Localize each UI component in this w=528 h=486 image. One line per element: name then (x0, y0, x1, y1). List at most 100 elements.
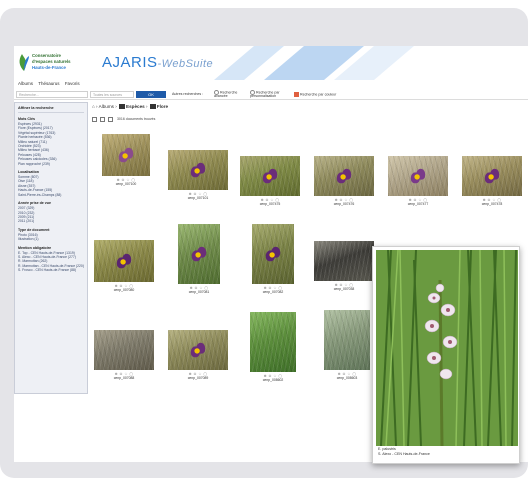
thumbnail-image[interactable] (178, 224, 220, 284)
mosaic-view-icon[interactable] (108, 116, 113, 122)
refine-header: Affiner la recherche (18, 106, 84, 113)
breadcrumb-albums[interactable]: Albums (99, 104, 114, 109)
thumbnail-name: cenp_007477 (407, 202, 429, 206)
thumbnail-name: cenp_007038 (333, 287, 355, 291)
grid-view-icon[interactable] (92, 116, 97, 122)
thumbnail-name: cenp_007082 (262, 290, 284, 294)
leaf-logo-icon (19, 54, 29, 71)
banner-decoration (214, 46, 414, 80)
preview-credit: S. Alexo - CEN Hauts-de-France (378, 451, 430, 456)
ok-button[interactable]: OK (136, 91, 166, 98)
thumbnail-name: cenp_007100 (115, 182, 137, 186)
grass-texture (324, 310, 370, 370)
image-preview-popup[interactable]: E. palustris S. Alexo - CEN Hauts-de-Fra… (372, 246, 520, 464)
color-search-label: Recherche par couleur (300, 92, 337, 97)
brand-name: AJARIS (102, 54, 158, 71)
other-search-label: Autres recherches : (172, 92, 204, 96)
refine-facet-item[interactable]: Plan rapproché (239) (18, 162, 84, 166)
view-options: 3016 documents trouvés (92, 116, 155, 122)
thumbnail-image[interactable] (250, 312, 296, 372)
menu-thesaurus[interactable]: Thésaurus (38, 80, 59, 88)
list-view-icon[interactable] (100, 116, 105, 122)
menu-bar: Albums Thésaurus Favoris (14, 80, 528, 88)
thumbnail-caption: ⊕ ⊙ ☆ ▢ cenp_007082 (243, 286, 303, 294)
thumbnail-caption: ⊕ ⊙ ☆ ▢ cenp_008602 (243, 374, 303, 382)
refine-facet-item[interactable]: Illustration (1) (18, 237, 84, 241)
thumbnail-caption: ⊕ ⊙ ☆ ▢ cenp_007101 (168, 192, 228, 200)
custom-search-link[interactable]: Recherche par personnalisation (250, 90, 288, 99)
logo-line-3: Hauts-de-France (32, 65, 66, 70)
grass-texture (250, 312, 296, 372)
thumbnail-image[interactable] (94, 240, 154, 282)
thumbnail-image[interactable] (314, 156, 374, 196)
breadcrumb-especes[interactable]: Espèces (126, 104, 145, 109)
search-bar: Recherche... Toutes les sources OK Autre… (14, 90, 528, 100)
flower-icon (262, 168, 278, 184)
grass-texture (94, 330, 154, 370)
flower-icon (190, 162, 206, 178)
ajaris-brand: AJARIS-WebSuite (102, 54, 213, 71)
thumbnail-image[interactable] (462, 156, 522, 196)
thumbnail-image[interactable] (94, 330, 154, 370)
thumbnail-caption: ⊕ ⊙ ☆ ▢ cenp_007100 (96, 178, 156, 186)
grass-texture (314, 241, 374, 281)
folder-icon (149, 104, 156, 110)
cen-logo[interactable]: Conservatoire d'espaces naturels Hauts-d… (18, 50, 78, 76)
thumbnail-image[interactable] (388, 156, 448, 196)
home-icon[interactable]: ⌂ (92, 104, 95, 109)
search-input[interactable]: Recherche... (16, 91, 88, 98)
refine-facet-item[interactable]: S. Frosco - CEN Hauts-de-France (88) (18, 268, 84, 272)
flower-icon (116, 253, 132, 269)
refine-sections: Mots Clés Espèces (2931) Flore (Espèces) (… (18, 117, 84, 273)
thumbnail-name: cenp_007081 (188, 290, 210, 294)
thumbnail-caption: ⊕ ⊙ ☆ ▢ cenp_007478 (462, 198, 522, 206)
thumbnail-caption: ⊕ ⊙ ☆ ▢ cenp_008603 (317, 372, 377, 380)
thumbnail-image[interactable] (240, 156, 300, 196)
thumbnail-name: cenp_008603 (336, 376, 358, 380)
thumbnail-image[interactable] (102, 134, 150, 176)
breadcrumb: ⌂ › Albums › Espèces › Flore (92, 104, 169, 110)
menu-favoris[interactable]: Favoris (65, 80, 80, 88)
thumbnail-name: cenp_007475 (259, 202, 281, 206)
thumbnail-name: cenp_007088 (113, 376, 135, 380)
thumbnail-image[interactable] (168, 150, 228, 190)
thumbnail-caption: ⊕ ⊙ ☆ ▢ cenp_007038 (314, 283, 374, 291)
results-count: 3016 documents trouvés (116, 117, 156, 121)
thumbnail-image[interactable] (252, 224, 294, 284)
refine-facet-item[interactable]: 2011 (201) (18, 219, 84, 223)
orchid-photo (376, 250, 518, 446)
flower-icon (336, 168, 352, 184)
refine-facet-item[interactable]: Saint-Pierre-ès-Champs (88) (18, 193, 84, 197)
preview-photo (376, 250, 518, 446)
thumbnail-caption: ⊕ ⊙ ☆ ▢ cenp_007477 (388, 198, 448, 206)
flower-icon (265, 246, 281, 262)
thumbnail-name: cenp_007080 (113, 288, 135, 292)
brand-suffix: -WebSuite (157, 58, 214, 70)
thumbnail-caption: ⊕ ⊙ ☆ ▢ cenp_007088 (94, 372, 154, 380)
thumbnail-caption: ⊕ ⊙ ☆ ▢ cenp_007089 (168, 372, 228, 380)
thumbnail-name: cenp_007476 (333, 202, 355, 206)
thumbnail-caption: ⊕ ⊙ ☆ ▢ cenp_007081 (169, 286, 229, 294)
thumbnail-image[interactable] (168, 330, 228, 370)
thumbnail-image[interactable] (314, 241, 374, 281)
logo-line-1: Conservatoire (32, 53, 61, 58)
thumbnail-caption: ⊕ ⊙ ☆ ▢ cenp_007475 (240, 198, 300, 206)
thumbnail-caption: ⊕ ⊙ ☆ ▢ cenp_007080 (94, 284, 154, 292)
thumbnail-image[interactable] (324, 310, 370, 370)
flower-icon (190, 342, 206, 358)
flower-icon (410, 168, 426, 184)
device-frame: Conservatoire d'espaces naturels Hauts-d… (0, 8, 528, 478)
thumbnail-caption: ⊕ ⊙ ☆ ▢ cenp_007476 (314, 198, 374, 206)
refine-search-panel: Affiner la recherche Mots Clés Espèces (2… (14, 102, 88, 394)
color-search-link[interactable]: Recherche par couleur (294, 92, 336, 97)
source-select[interactable]: Toutes les sources (90, 91, 134, 98)
header: Conservatoire d'espaces naturels Hauts-d… (14, 46, 528, 80)
preview-caption: E. palustris S. Alexo - CEN Hauts-de-Fra… (378, 447, 430, 456)
thumbnail-name: cenp_007089 (187, 376, 209, 380)
menu-albums[interactable]: Albums (18, 80, 33, 88)
breadcrumb-flore[interactable]: Flore (157, 104, 168, 109)
folder-icon (119, 104, 126, 110)
thumbnail-name: cenp_007478 (481, 202, 503, 206)
logo-line-2: d'espaces naturels (32, 59, 71, 64)
advanced-search-link[interactable]: Recherche avancée (214, 90, 244, 99)
